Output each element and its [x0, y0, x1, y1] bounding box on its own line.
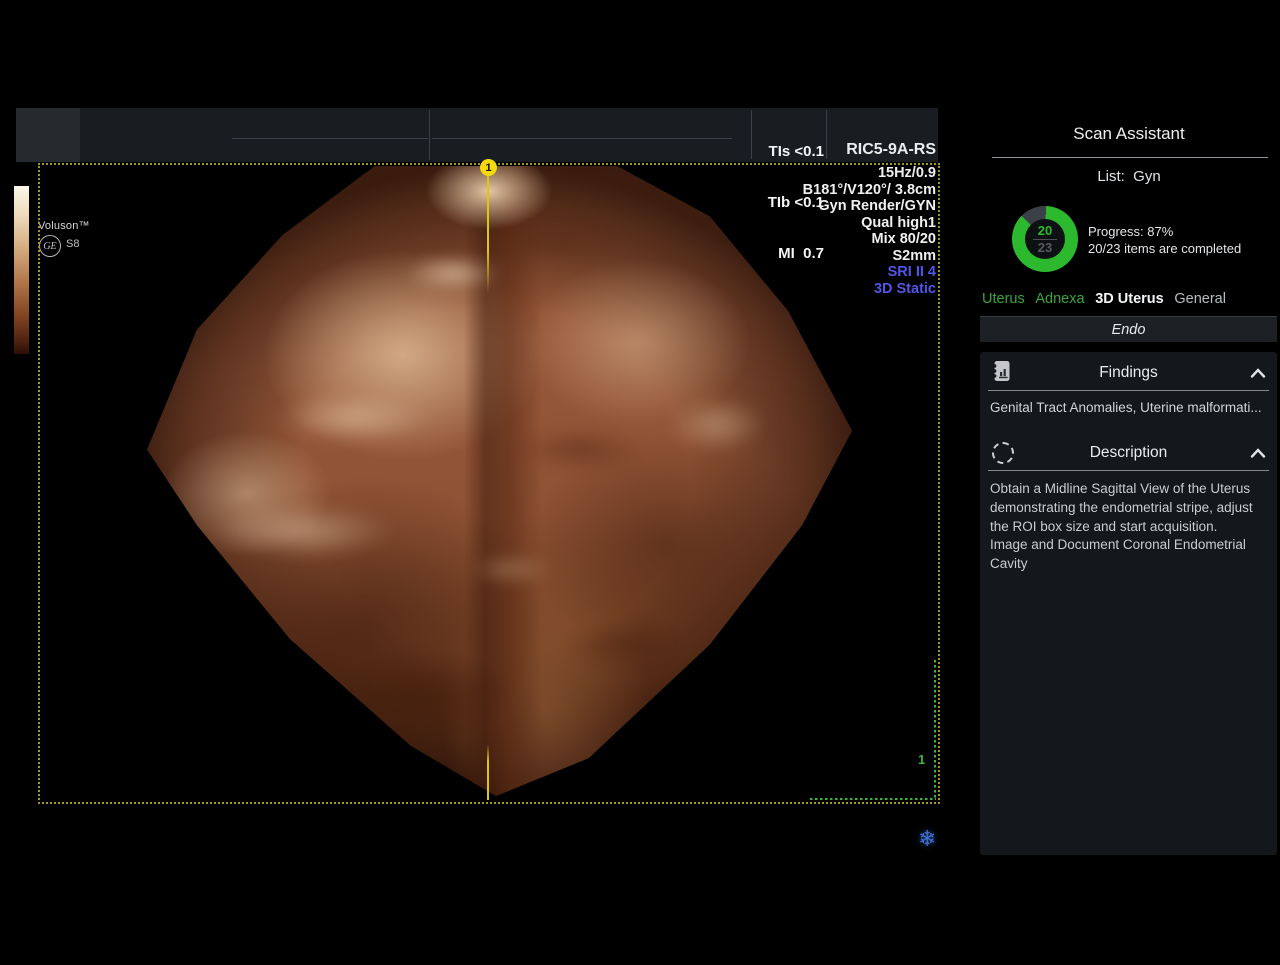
protocol-list-label: List: Gyn	[980, 168, 1278, 185]
title-divider	[992, 157, 1268, 158]
description-line-1: Obtain a Midline Sagittal View of the Ut…	[990, 480, 1270, 536]
ti-box-border-right	[826, 110, 827, 159]
category-tabs: Uterus Adnexa 3D Uterus General	[982, 291, 1226, 307]
tgc-divider	[429, 110, 430, 160]
description-collapse-chevron-icon[interactable]	[1250, 448, 1266, 458]
logo-box: Voluson™ GE S8	[16, 108, 80, 162]
progress-donut: 20 23	[1012, 206, 1078, 272]
tab-general[interactable]: General	[1174, 291, 1226, 307]
tis-value: TIs <0.1	[752, 143, 824, 160]
description-line-2: Image and Document Coronal Endometrial C…	[990, 536, 1270, 574]
roi-render-edge-right	[934, 660, 936, 800]
progress-donut-center: 20 23	[1025, 219, 1065, 259]
detail-card: Findings Genital Tract Anomalies, Uterin…	[980, 352, 1277, 855]
grayscale-colorbar	[14, 186, 29, 354]
freeze-snowflake-icon: ❄	[918, 827, 936, 852]
tgc-curve-left	[232, 138, 428, 139]
roi-corner-label: 1	[918, 752, 925, 767]
findings-content[interactable]: Genital Tract Anomalies, Uterine malform…	[990, 400, 1268, 415]
roi-center-line-top	[487, 176, 489, 293]
subtab-endo[interactable]: Endo	[980, 316, 1277, 342]
tab-3d-uterus[interactable]: 3D Uterus	[1095, 291, 1164, 307]
scan-assistant-title: Scan Assistant	[980, 124, 1278, 144]
tgc-curve-right	[432, 138, 732, 139]
completed-count: 20	[1038, 224, 1052, 237]
total-count: 23	[1038, 241, 1052, 254]
tab-uterus[interactable]: Uterus	[982, 291, 1025, 307]
roi-box[interactable]	[38, 163, 940, 804]
tab-adnexa[interactable]: Adnexa	[1035, 291, 1084, 307]
findings-header[interactable]: Findings	[980, 364, 1277, 382]
description-header[interactable]: Description	[980, 444, 1277, 462]
roi-marker[interactable]: 1	[480, 159, 497, 176]
roi-center-line-bottom	[487, 745, 489, 800]
findings-divider	[988, 390, 1269, 391]
progress-percent-text: Progress: 87%	[1088, 223, 1241, 240]
probe-name: RIC5-9A-RS	[828, 141, 936, 159]
progress-summary: Progress: 87% 20/23 items are completed	[1088, 223, 1241, 257]
findings-collapse-chevron-icon[interactable]	[1250, 368, 1266, 378]
progress-items-text: 20/23 items are completed	[1088, 240, 1241, 257]
description-divider	[988, 470, 1269, 471]
roi-render-edge-bottom	[810, 798, 936, 800]
description-content: Obtain a Midline Sagittal View of the Ut…	[990, 480, 1270, 574]
ultrasound-screen: Voluson™ GE S8 TIs <0.1 TIb <0.1 MI 0.7 …	[0, 0, 1280, 965]
